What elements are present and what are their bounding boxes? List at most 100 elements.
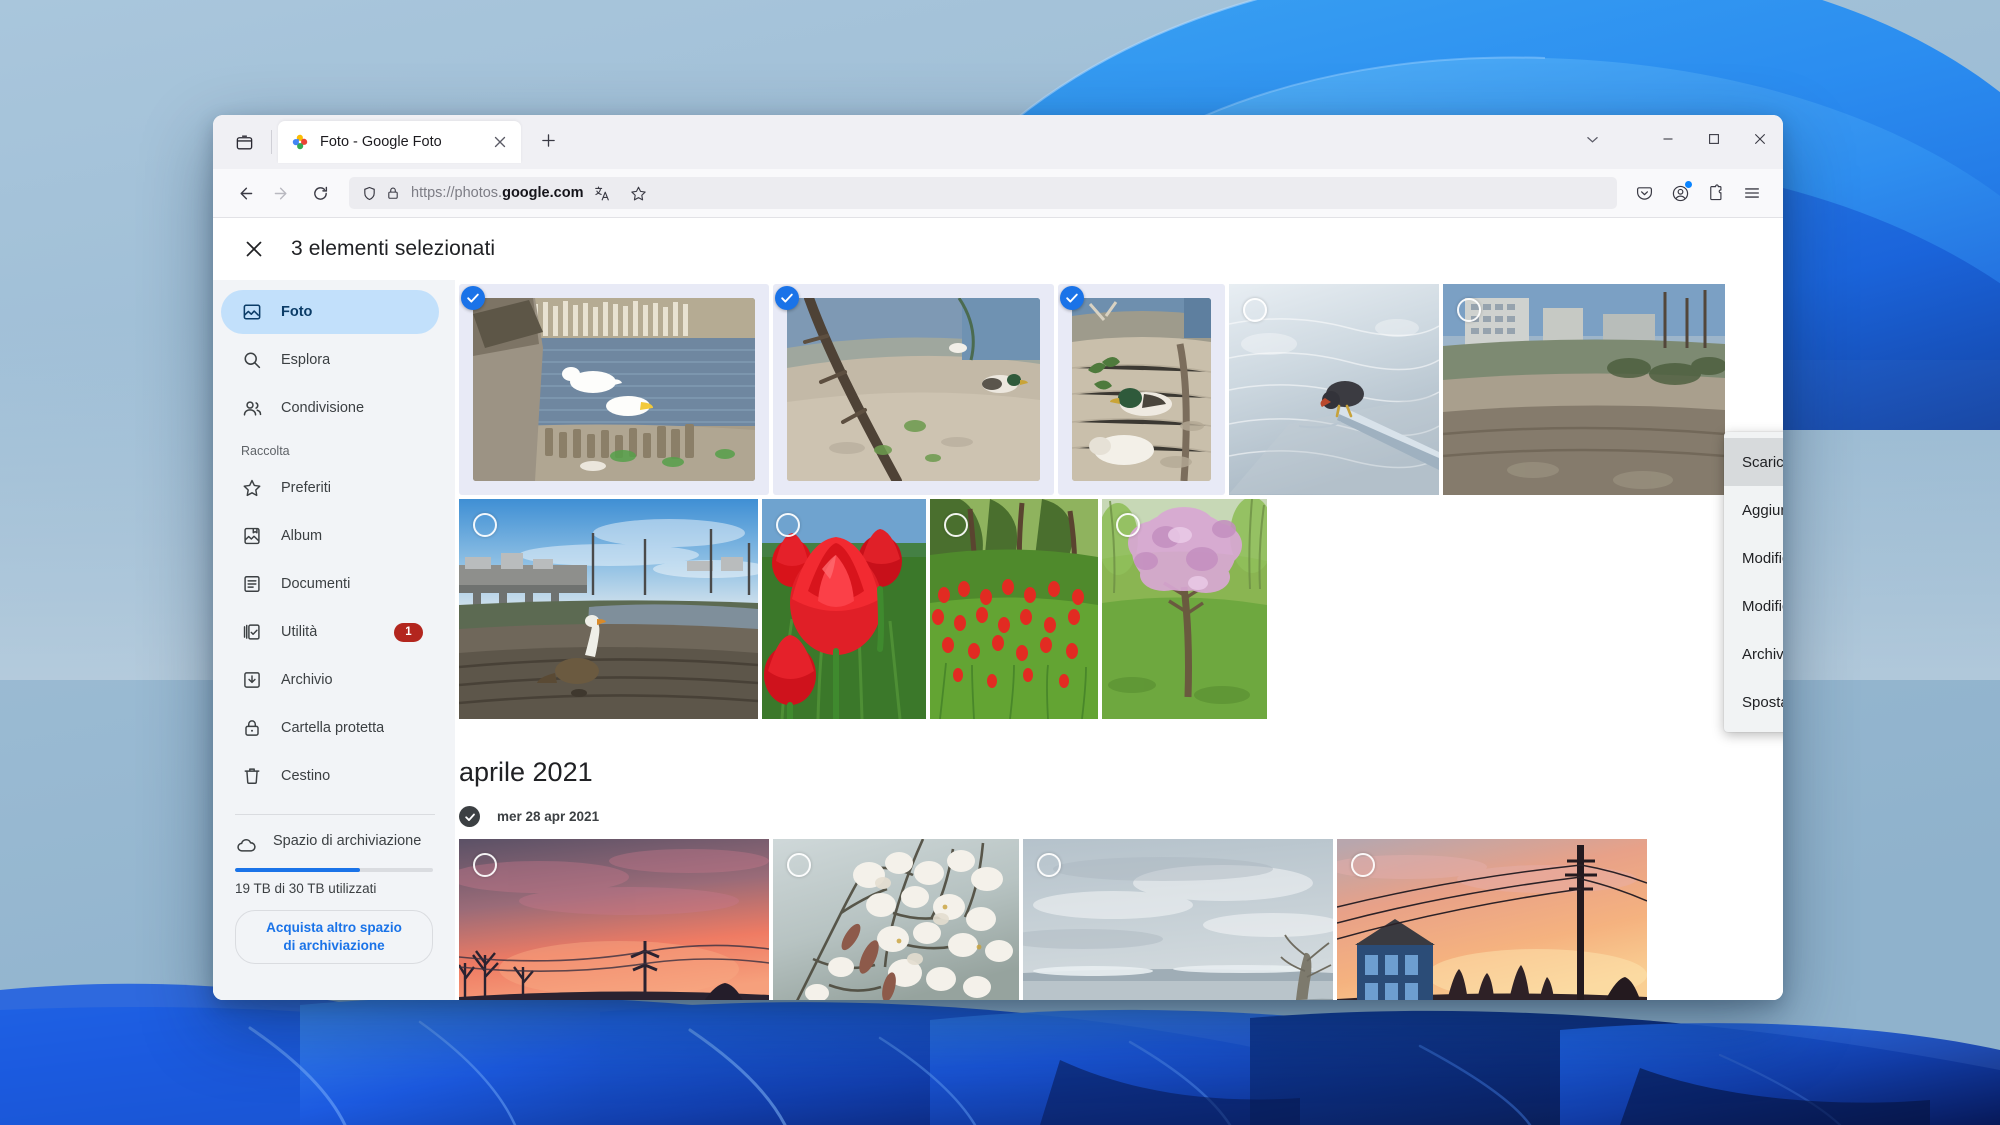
context-menu-item-label: Modifica posizione <box>1742 597 1783 615</box>
photo-thumbnail[interactable] <box>773 284 1054 495</box>
photo-checkbox-unselected[interactable] <box>944 513 968 537</box>
sidebar-item-label: Preferiti <box>281 480 331 496</box>
selection-count-title: 3 elementi selezionati <box>291 237 496 260</box>
clear-selection-close-icon[interactable] <box>231 226 277 272</box>
tab-strip-separator <box>271 130 272 154</box>
photo-thumbnail[interactable] <box>1058 284 1225 495</box>
sidebar-item-label: Utilità <box>281 624 318 640</box>
photo-thumbnail[interactable] <box>930 499 1098 719</box>
photo-thumbnail[interactable] <box>1102 499 1267 719</box>
photo-thumbnail[interactable] <box>459 499 758 719</box>
sidebar-item-foto[interactable]: Foto <box>221 290 439 334</box>
storage-progress-bar <box>235 868 433 872</box>
photo-checkbox-unselected[interactable] <box>473 853 497 877</box>
window-controls <box>1569 115 1783 163</box>
sidebar-section-label: Raccolta <box>241 444 290 458</box>
sidebar-item-label: Foto <box>281 304 313 320</box>
sidebar-item-documenti[interactable]: Documenti <box>221 562 439 606</box>
context-menu: Scarica MAIUSC+D Aggiungi ai preferiti M… <box>1724 432 1783 732</box>
album-icon <box>241 525 263 547</box>
sidebar-item-utilita[interactable]: Utilità 1 <box>221 610 439 654</box>
translate-icon[interactable] <box>585 176 619 210</box>
photo-thumbnail[interactable] <box>773 839 1019 1000</box>
photo-checkbox-selected[interactable] <box>461 286 485 310</box>
back-button[interactable] <box>227 176 261 210</box>
context-menu-item-modifica-posizione[interactable]: Modifica posizione <box>1724 582 1783 630</box>
day-select-checkbox[interactable] <box>459 806 480 827</box>
sidebar-item-cestino[interactable]: Cestino <box>221 754 439 798</box>
photo-row <box>455 499 1783 719</box>
extensions-puzzle-icon[interactable] <box>1699 176 1733 210</box>
photo-checkbox-unselected[interactable] <box>1351 853 1375 877</box>
context-menu-item-label: Scarica <box>1742 453 1783 471</box>
photo-checkbox-selected[interactable] <box>775 286 799 310</box>
sidebar-item-esplora[interactable]: Esplora <box>221 338 439 382</box>
photo-thumbnail[interactable] <box>1023 839 1333 1000</box>
photo-checkbox-selected[interactable] <box>1060 286 1084 310</box>
photo-thumbnail[interactable] <box>1337 839 1647 1000</box>
photo-checkbox-unselected[interactable] <box>1243 298 1267 322</box>
utilities-icon <box>241 621 263 643</box>
photo-checkbox-unselected[interactable] <box>787 853 811 877</box>
context-menu-item-archivia[interactable]: Archivia Maiusc+A <box>1724 630 1783 678</box>
reload-button[interactable] <box>303 176 337 210</box>
context-menu-item-label: Modifica data e ora <box>1742 549 1783 567</box>
firefox-view-icon[interactable] <box>225 123 263 161</box>
photo-thumbnail[interactable] <box>459 839 769 1000</box>
sidebar-item-label: Cartella protetta <box>281 720 385 736</box>
day-section-header: mer 28 apr 2021 <box>455 788 1783 839</box>
month-heading: aprile 2021 <box>459 757 593 787</box>
context-menu-item-scarica[interactable]: Scarica MAIUSC+D <box>1724 438 1783 486</box>
buy-storage-button[interactable]: Acquista altro spazio di archiviazione <box>235 910 433 964</box>
account-avatar-icon[interactable] <box>1663 176 1697 210</box>
sidebar-item-archivio[interactable]: Archivio <box>221 658 439 702</box>
sidebar-item-condivisione[interactable]: Condivisione <box>221 386 439 430</box>
maximize-button[interactable] <box>1691 115 1737 163</box>
photo-thumbnail[interactable] <box>762 499 926 719</box>
browser-tab[interactable]: Foto - Google Foto <box>278 121 521 163</box>
photo-icon <box>241 301 263 323</box>
sidebar-item-label: Album <box>281 528 323 544</box>
context-menu-item-modifica-data-e-ora[interactable]: Modifica data e ora <box>1724 534 1783 582</box>
app-body: Foto Esplora Condivisione Raccolta Prefe… <box>213 280 1783 1000</box>
archive-icon <box>241 669 263 691</box>
photo-thumbnail[interactable] <box>1229 284 1439 495</box>
minimize-button[interactable] <box>1645 115 1691 163</box>
storage-header[interactable]: Spazio di archiviazione <box>235 833 433 856</box>
lock-icon[interactable] <box>381 181 405 205</box>
shield-icon[interactable] <box>357 181 381 205</box>
photo-grid: aprile 2021 mer 28 apr 2021 <box>455 280 1783 1000</box>
browser-tab-title: Foto - Google Foto <box>320 134 442 150</box>
forward-button <box>265 176 299 210</box>
close-button[interactable] <box>1737 115 1783 163</box>
app-menu-hamburger-icon[interactable] <box>1735 176 1769 210</box>
photo-checkbox-unselected[interactable] <box>1037 853 1061 877</box>
photo-checkbox-unselected[interactable] <box>473 513 497 537</box>
pocket-save-icon[interactable] <box>1627 176 1661 210</box>
sidebar-item-preferiti[interactable]: Preferiti <box>221 466 439 510</box>
tab-list-chevron-down-icon[interactable] <box>1569 115 1615 163</box>
new-tab-button[interactable] <box>531 123 565 157</box>
photo-checkbox-unselected[interactable] <box>1457 298 1481 322</box>
people-icon <box>241 397 263 419</box>
context-menu-item-label: Archivia <box>1742 645 1783 663</box>
selection-header: 3 elementi selezionati <box>213 218 1783 280</box>
sidebar-item-label: Condivisione <box>281 400 365 416</box>
address-bar[interactable]: https://photos.google.com <box>349 177 1617 209</box>
google-photos-icon <box>291 133 309 151</box>
close-icon[interactable] <box>489 131 511 153</box>
photo-row <box>455 284 1783 495</box>
sidebar: Foto Esplora Condivisione Raccolta Prefe… <box>213 280 455 1000</box>
context-menu-item-aggiungi-ai-preferiti[interactable]: Aggiungi ai preferiti <box>1724 486 1783 534</box>
status-badge: 1 <box>394 622 423 642</box>
context-menu-item-sposta-nella-cartella-protetta[interactable]: Sposta nella Cartella protetta <box>1724 678 1783 726</box>
photo-thumbnail[interactable] <box>459 284 769 495</box>
photo-checkbox-unselected[interactable] <box>1116 513 1140 537</box>
google-photos-app: 3 elementi selezionati Foto Esplora Cond… <box>213 218 1783 1000</box>
sidebar-item-cartella-protetta[interactable]: Cartella protetta <box>221 706 439 750</box>
url-prefix: https://photos. <box>411 185 503 201</box>
photo-thumbnail[interactable] <box>1443 284 1725 495</box>
bookmark-star-icon[interactable] <box>621 176 655 210</box>
sidebar-item-album[interactable]: Album <box>221 514 439 558</box>
photo-checkbox-unselected[interactable] <box>776 513 800 537</box>
